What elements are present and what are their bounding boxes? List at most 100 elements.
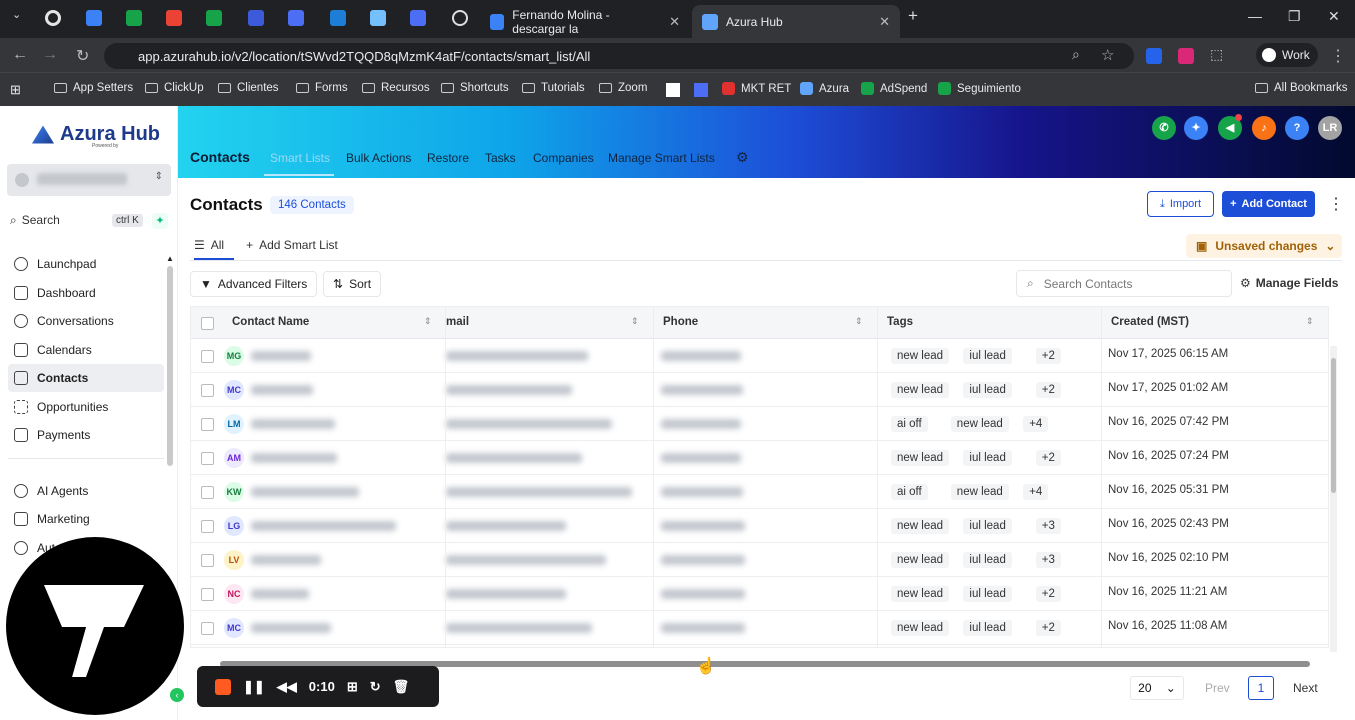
add-smart-list-button[interactable]: Add Smart List (259, 238, 338, 252)
sort-icon[interactable]: ⇕ (1306, 316, 1314, 327)
back-icon[interactable]: ← (12, 46, 28, 64)
tab-restore[interactable]: Restore (427, 151, 469, 165)
extensions-icon[interactable]: ⬚ (1210, 46, 1223, 63)
new-tab-icon[interactable]: + (908, 6, 918, 26)
contact-name-blurred[interactable] (251, 555, 321, 565)
restart-icon[interactable]: ↻ (370, 679, 381, 695)
sidebar-item-conversations[interactable]: Conversations (8, 307, 164, 335)
bookmark-item[interactable]: Azura (800, 82, 849, 95)
settings-gear-icon[interactable]: ⚙ (736, 149, 749, 166)
url-field[interactable]: app.azurahub.io/v2/location/tSWvd2TQQD8q… (104, 43, 1134, 69)
contact-name-blurred[interactable] (251, 385, 313, 395)
table-row[interactable]: MG new lead iul lead +2 Nov 17, 2025 06:15 A… (191, 339, 1328, 373)
stop-recording-icon[interactable] (215, 678, 231, 695)
phone-icon[interactable]: ✆ (1152, 116, 1176, 140)
sort-icon[interactable]: ⇕ (424, 316, 432, 327)
tab-tasks[interactable]: Tasks (485, 151, 516, 165)
star-icon[interactable]: ☆ (1101, 46, 1114, 64)
gmail-icon[interactable] (166, 10, 182, 26)
minimize-icon[interactable]: — (1248, 8, 1262, 24)
column-header-name[interactable]: Contact Name (232, 316, 309, 328)
bookmark-item[interactable]: Clientes (218, 82, 279, 94)
sort-icon[interactable]: ⇕ (855, 316, 863, 327)
select-all-checkbox[interactable] (201, 317, 214, 330)
page-size-select[interactable]: 20 ⌄ (1130, 676, 1184, 700)
location-switcher[interactable]: ⇕ (7, 164, 171, 196)
add-contact-button[interactable]: + Add Contact (1222, 191, 1315, 217)
pinned-tab-icon[interactable] (86, 10, 102, 26)
help-icon[interactable]: ? (1285, 116, 1309, 140)
row-checkbox[interactable] (201, 622, 214, 635)
row-checkbox[interactable] (201, 588, 214, 601)
pinned-tab-icon[interactable] (248, 10, 264, 26)
trash-icon[interactable]: 🗑 (393, 679, 410, 695)
prev-page-button[interactable]: Prev (1205, 681, 1230, 695)
pinned-tab-icon[interactable] (126, 10, 142, 26)
contact-name-blurred[interactable] (251, 521, 396, 531)
table-row[interactable]: MC new lead iul lead +2 Nov 16, 2025 11:08 A… (191, 611, 1328, 645)
sidebar-item-launchpad[interactable]: Launchpad (8, 250, 164, 278)
sidebar-item-opportunities[interactable]: Opportunities (8, 393, 164, 421)
extension-icon[interactable] (1178, 48, 1194, 64)
quick-action-icon[interactable]: ✦ (152, 213, 168, 229)
column-header-email[interactable]: mail (446, 316, 469, 328)
tab-all[interactable]: All (211, 238, 224, 252)
scroll-thumb[interactable] (1331, 358, 1336, 493)
bookmark-favicon-icon[interactable] (694, 83, 708, 97)
column-header-tags[interactable]: Tags (887, 316, 913, 328)
bookmark-favicon-icon[interactable] (666, 83, 680, 97)
sidebar-item-ai-agents[interactable]: AI Agents (8, 477, 164, 505)
more-options-icon[interactable]: ⋮ (1328, 194, 1344, 214)
scroll-up-icon[interactable]: ▲ (166, 254, 174, 263)
table-row[interactable]: KW ai off new lead +4 Nov 16, 2025 05:31 PM (191, 475, 1328, 509)
bookmark-item[interactable]: Forms (296, 82, 348, 94)
rewind-icon[interactable]: ◀◀ (277, 679, 297, 695)
grid-icon[interactable]: ⊞ (347, 679, 358, 695)
sidebar-scrollbar[interactable] (167, 266, 173, 466)
pinned-tab-icon[interactable] (370, 10, 386, 26)
maximize-icon[interactable]: ❐ (1288, 8, 1301, 25)
bookmark-item[interactable]: Seguimiento (938, 82, 1021, 95)
extension-icon[interactable] (1146, 48, 1162, 64)
bookmark-item[interactable]: MKT RET (722, 82, 791, 95)
pinned-tab-icon[interactable] (410, 10, 426, 26)
table-row[interactable]: MC new lead iul lead +2 Nov 17, 2025 01:02 A… (191, 373, 1328, 407)
sort-icon[interactable]: ⇕ (631, 316, 639, 327)
pinned-tab-icon[interactable] (45, 10, 61, 26)
table-row[interactable]: AM new lead iul lead +2 Nov 16, 2025 07:24 P… (191, 441, 1328, 475)
recorder-toggle-icon[interactable]: ‹ (170, 688, 184, 702)
browser-tab[interactable]: Fernando Molina - descargar la ✕ (480, 5, 690, 38)
recorder-camera-bubble[interactable] (6, 537, 184, 715)
row-checkbox[interactable] (201, 520, 214, 533)
bookmark-item[interactable]: Tutorials (522, 82, 585, 94)
row-checkbox[interactable] (201, 554, 214, 567)
zoom-icon[interactable]: ⌕ (1072, 46, 1080, 63)
tab-manage-smart-lists[interactable]: Manage Smart Lists (608, 151, 715, 165)
advanced-filters-button[interactable]: ▼ Advanced Filters (190, 271, 318, 297)
sort-button[interactable]: ⇅ Sort (323, 271, 382, 297)
pinned-tab-icon[interactable] (288, 10, 304, 26)
pause-icon[interactable]: ❚❚ (243, 679, 265, 695)
pinned-tab-icon[interactable] (330, 10, 346, 26)
column-header-phone[interactable]: Phone (663, 316, 698, 328)
page-number-button[interactable]: 1 (1248, 676, 1274, 700)
unsaved-changes-dropdown[interactable]: ▣ Unsaved changes ⌄ (1186, 234, 1342, 258)
contact-name-blurred[interactable] (251, 487, 359, 497)
tab-bulk-actions[interactable]: Bulk Actions (346, 151, 411, 165)
row-checkbox[interactable] (201, 418, 214, 431)
sidebar-item-marketing[interactable]: Marketing (8, 505, 164, 533)
row-checkbox[interactable] (201, 350, 214, 363)
contact-name-blurred[interactable] (251, 453, 337, 463)
user-avatar[interactable]: LR (1318, 116, 1342, 140)
tab-smart-lists[interactable]: Smart Lists (270, 151, 330, 165)
profile-button[interactable]: Work (1256, 43, 1318, 67)
bookmark-item[interactable]: All Bookmarks (1255, 82, 1348, 94)
contact-name-blurred[interactable] (251, 351, 311, 361)
bell-icon[interactable]: ♪ (1252, 116, 1276, 140)
pinned-tab-icon[interactable] (452, 10, 468, 26)
table-row[interactable]: LM ai off new lead +4 Nov 16, 2025 07:42 PM (191, 407, 1328, 441)
search-contacts-input[interactable]: ⌕ Search Contacts (1016, 270, 1232, 297)
close-window-icon[interactable]: ✕ (1328, 8, 1340, 25)
table-row[interactable]: NC new lead iul lead +2 Nov 16, 2025 11:21 A… (191, 577, 1328, 611)
reload-icon[interactable]: ↻ (76, 46, 89, 66)
